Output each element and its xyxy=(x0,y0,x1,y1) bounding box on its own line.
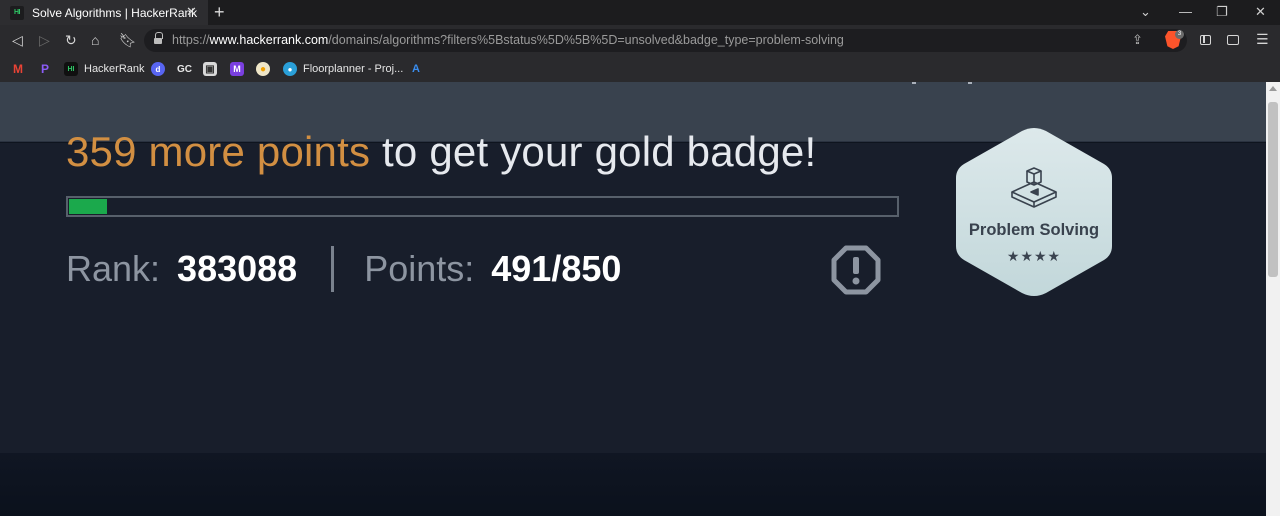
p-app-icon: P xyxy=(40,62,49,76)
shields-count-badge: 3 xyxy=(1175,30,1184,39)
points-value: 491/850 xyxy=(491,248,622,289)
alert-octagon-icon[interactable] xyxy=(831,245,881,295)
new-tab-icon[interactable]: + xyxy=(214,2,225,22)
bookmark-label: GC xyxy=(177,63,192,75)
page-scrollbar[interactable] xyxy=(1266,82,1280,516)
badge-progress-bar xyxy=(66,196,899,217)
menu-icon[interactable]: ☰ xyxy=(1256,31,1269,48)
rank-value: 383088 xyxy=(177,248,298,289)
bookmark-label: Floorplanner - Proj... xyxy=(303,63,404,75)
tab-title: Solve Algorithms | HackerRank xyxy=(32,5,198,20)
bookmark-arrow[interactable]: A xyxy=(409,61,423,77)
home-icon[interactable]: ⌂ xyxy=(91,32,99,48)
points-label: Points: xyxy=(364,248,475,289)
bookmark-gmail[interactable]: M xyxy=(11,61,25,77)
hackerrank-icon: HI xyxy=(64,62,78,76)
address-bar[interactable]: https://www.hackerrank.com/domains/algor… xyxy=(144,29,1187,52)
hackerrank-favicon-icon: HI xyxy=(10,5,24,20)
floorplanner-icon: ● xyxy=(283,62,297,76)
badge-stars: ★★★★ xyxy=(1006,248,1062,264)
forward-icon[interactable]: ▷ xyxy=(39,32,50,48)
progress-bar-fill xyxy=(69,199,107,214)
browser-toolbar: ◁ ▷ ↻ ⌂ 🔖︎ https://www.hackerrank.com/do… xyxy=(0,25,1280,56)
bookmark-image[interactable]: ▣ xyxy=(203,61,217,77)
badge-headline: 359 more points to get your gold badge! xyxy=(66,128,816,176)
problem-solving-badge[interactable] xyxy=(954,126,1114,298)
wallet-icon[interactable] xyxy=(1227,35,1239,45)
arrow-app-icon: A xyxy=(412,63,420,75)
tab-search-chevron-icon[interactable]: ⌄ xyxy=(1140,3,1151,21)
sidebar-toggle-icon[interactable] xyxy=(1200,35,1211,45)
minimize-icon[interactable]: — xyxy=(1179,3,1192,21)
bookmark-icon[interactable]: 🔖︎ xyxy=(119,32,137,48)
bookmark-duck[interactable]: ● xyxy=(256,61,270,77)
restore-icon[interactable]: ❐ xyxy=(1216,3,1228,21)
browser-tab-bar: HI Solve Algorithms | HackerRank ✕ + ⌄ —… xyxy=(0,0,1280,25)
headline-rest-text: to get your gold badge! xyxy=(370,128,817,175)
window-close-icon[interactable]: ✕ xyxy=(1255,3,1266,21)
reload-icon[interactable]: ↻ xyxy=(65,32,77,48)
scrollbar-thumb[interactable] xyxy=(1268,102,1278,277)
url-text[interactable]: https://www.hackerrank.com/domains/algor… xyxy=(172,33,844,47)
stats-divider xyxy=(331,246,335,292)
points-needed-text: 359 more points xyxy=(66,128,371,175)
rank-label: Rank: xyxy=(66,248,161,289)
browser-tab-active[interactable]: HI Solve Algorithms | HackerRank ✕ xyxy=(0,0,208,25)
scroll-up-arrow-icon[interactable] xyxy=(1269,86,1277,91)
bookmark-floorplanner[interactable]: ● Floorplanner - Proj... xyxy=(283,61,403,77)
share-icon[interactable]: ⇪ xyxy=(1132,32,1143,48)
mighty-icon: M xyxy=(230,62,244,76)
badge-name: Problem Solving xyxy=(968,221,1100,239)
bookmark-gc[interactable]: GC xyxy=(171,61,192,77)
stats-row: Rank: 383088 Points: 491/850 xyxy=(66,246,621,292)
bookmark-mighty[interactable]: M xyxy=(230,61,244,77)
bookmark-label: HackerRank xyxy=(84,63,145,75)
duck-icon: ● xyxy=(256,62,270,76)
bookmark-p-app[interactable]: P xyxy=(38,61,52,77)
bookmarks-bar: M P HI HackerRank d GC ▣ M ● ● Floorplan… xyxy=(0,56,1280,82)
tab-close-icon[interactable]: ✕ xyxy=(186,4,197,20)
back-icon[interactable]: ◁ xyxy=(12,32,23,48)
discord-icon: d xyxy=(151,62,165,76)
gmail-icon: M xyxy=(13,62,23,76)
banner-footer-fade xyxy=(0,453,1266,516)
bookmark-hackerrank[interactable]: HI HackerRank xyxy=(64,61,145,77)
decorative-dots xyxy=(912,82,972,85)
lock-icon xyxy=(154,32,163,45)
bookmark-discord[interactable]: d xyxy=(151,61,165,77)
image-icon: ▣ xyxy=(203,62,217,76)
